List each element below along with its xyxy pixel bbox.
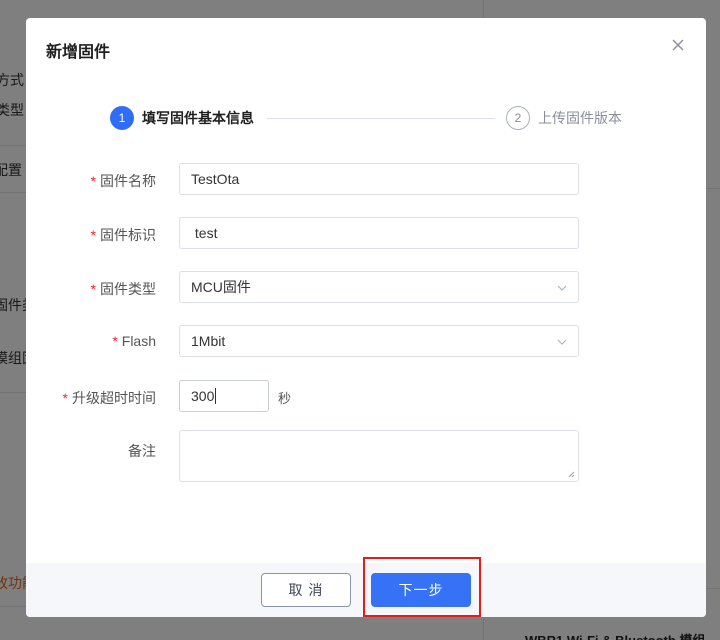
required-mark: * — [90, 173, 96, 189]
timeout-input[interactable]: 300 — [179, 380, 269, 412]
flash-label: * Flash — [112, 333, 156, 349]
text-caret — [215, 388, 217, 404]
required-mark: * — [112, 333, 118, 349]
cancel-button[interactable]: 取 消 — [261, 573, 351, 607]
firmware-name-label: * 固件名称 — [90, 173, 156, 189]
firmware-id-input[interactable]: test — [179, 217, 579, 249]
step-number-badge: 1 — [110, 106, 134, 130]
chevron-down-icon — [557, 285, 567, 291]
add-firmware-dialog: 新增固件 1 填写固件基本信息 2 上传固件版本 * 固件名称 TestOta *… — [26, 18, 706, 617]
step-label: 填写固件基本信息 — [142, 110, 254, 126]
dialog-footer: 取 消 下一步 — [26, 563, 706, 617]
step-2: 2 上传固件版本 — [506, 106, 622, 130]
required-mark: * — [90, 281, 96, 297]
required-mark: * — [90, 227, 96, 243]
timeout-label: * 升级超时时间 — [62, 390, 156, 406]
required-mark: * — [62, 390, 68, 406]
step-connector — [267, 118, 495, 119]
timeout-unit: 秒 — [278, 391, 292, 406]
firmware-type-label: * 固件类型 — [90, 281, 156, 297]
firmware-name-input[interactable]: TestOta — [179, 163, 579, 195]
remark-textarea[interactable] — [179, 430, 579, 482]
resize-grip-icon[interactable] — [567, 470, 575, 478]
step-1: 1 填写固件基本信息 — [110, 106, 254, 130]
firmware-type-select[interactable]: MCU固件 — [179, 271, 579, 303]
flash-select[interactable]: 1Mbit — [179, 325, 579, 357]
chevron-down-icon — [557, 339, 567, 345]
close-icon[interactable] — [670, 37, 686, 53]
dialog-title: 新增固件 — [46, 44, 111, 61]
firmware-id-label: * 固件标识 — [90, 227, 156, 243]
remark-label: 备注 — [128, 443, 156, 459]
step-label: 上传固件版本 — [538, 110, 622, 126]
step-number-badge: 2 — [506, 106, 530, 130]
next-step-button[interactable]: 下一步 — [371, 573, 471, 607]
